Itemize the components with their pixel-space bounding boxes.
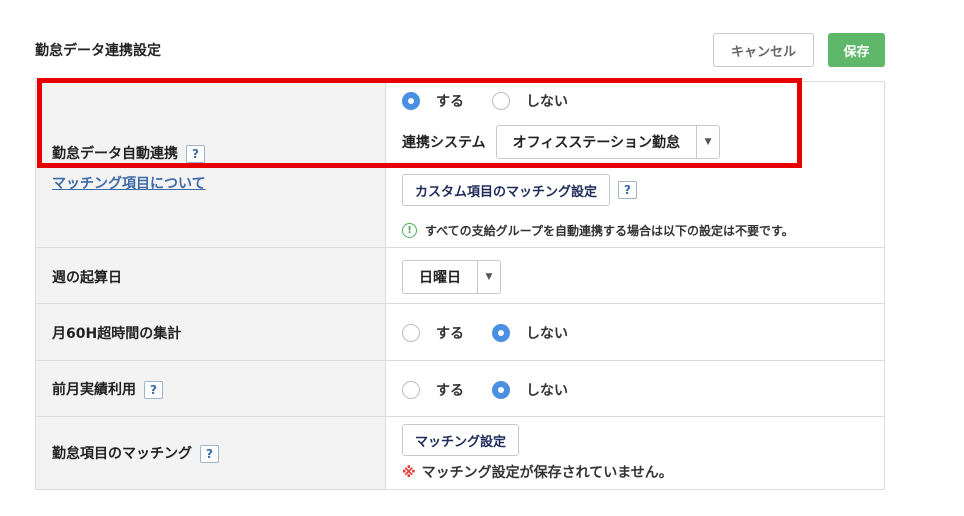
help-icon[interactable]: ? [618, 181, 638, 199]
auto-link-note-text: すべての支給グループを自動連携する場合は以下の設定は不要です。 [425, 224, 794, 238]
radio-overtime60-no[interactable] [492, 324, 510, 342]
week-start-label: 週の起算日 [52, 270, 122, 286]
radio-label-no: しない [526, 94, 568, 110]
row-label-cell: 前月実績利用? [36, 361, 386, 416]
prev-month-label: 前月実績利用 [52, 382, 136, 398]
help-icon[interactable]: ? [186, 145, 205, 163]
radio-auto-link-yes[interactable] [402, 92, 420, 110]
radio-prev-month-yes[interactable] [402, 381, 420, 399]
row-label-cell: 週の起算日 [36, 248, 386, 303]
page-title: 勤怠データ連携設定 [35, 43, 161, 59]
overtime60-label: 月60H超時間の集計 [52, 326, 182, 342]
prev-month-label-wrap: 前月実績利用? [52, 379, 163, 399]
system-select[interactable]: オフィスステーション勤怠 ▼ [495, 125, 721, 159]
auto-link-radio-group: する しない [402, 91, 596, 111]
matching-settings-button[interactable]: マッチング設定 [402, 424, 520, 456]
auto-link-label-wrap: 勤怠データ自動連携? [52, 143, 205, 163]
radio-auto-link-no[interactable] [492, 92, 510, 110]
radio-label-yes: する [436, 94, 464, 110]
row-overtime60: 月60H超時間の集計 する しない [36, 304, 884, 361]
radio-label-no: しない [526, 326, 568, 342]
matching-button-wrap: マッチング設定 [402, 424, 520, 456]
matching-warning-text: マッチング設定が保存されていません。 [421, 465, 673, 481]
auto-link-note: ! すべての支給グループを自動連携する場合は以下の設定は不要です。 [402, 222, 794, 239]
radio-label-no: しない [526, 383, 568, 399]
week-start-select-value: 日曜日 [419, 270, 461, 286]
matching-label: 勤怠項目のマッチング [52, 446, 192, 462]
overtime60-radio-group: する しない [402, 323, 596, 343]
radio-prev-month-no[interactable] [492, 381, 510, 399]
save-button[interactable]: 保存 [828, 33, 885, 67]
radio-label-yes: する [436, 326, 464, 342]
cancel-button[interactable]: キャンセル [713, 33, 814, 67]
chevron-down-icon: ▼ [477, 261, 500, 293]
system-select-value: オフィスステーション勤怠 [512, 135, 681, 151]
row-label-cell: 勤怠データ自動連携? マッチング項目について [36, 82, 386, 247]
matching-label-wrap: 勤怠項目のマッチング? [52, 443, 219, 463]
help-icon[interactable]: ? [144, 381, 163, 399]
settings-table: 勤怠データ自動連携? マッチング項目について する しない 連携システム オフィ… [35, 81, 885, 490]
row-auto-link: 勤怠データ自動連携? マッチング項目について する しない 連携システム オフィ… [36, 82, 884, 248]
week-start-select-wrap: 日曜日 ▼ [402, 260, 501, 294]
matching-warning: ※ マッチング設定が保存されていません。 [402, 462, 673, 482]
info-icon: ! [402, 223, 417, 238]
custom-matching-wrap: カスタム項目のマッチング設定 ? [402, 174, 638, 206]
system-label: 連携システム [402, 135, 486, 151]
radio-label-yes: する [436, 383, 464, 399]
row-label-cell: 月60H超時間の集計 [36, 304, 386, 360]
row-label-cell: 勤怠項目のマッチング? [36, 417, 386, 489]
chevron-down-icon: ▼ [696, 126, 719, 158]
row-matching: 勤怠項目のマッチング? マッチング設定 ※ マッチング設定が保存されていません。 [36, 417, 884, 489]
matching-items-link[interactable]: マッチング項目について [52, 173, 206, 193]
custom-matching-button[interactable]: カスタム項目のマッチング設定 [402, 174, 611, 206]
help-icon[interactable]: ? [200, 445, 219, 463]
prev-month-radio-group: する しない [402, 380, 596, 400]
week-start-select[interactable]: 日曜日 ▼ [402, 260, 501, 294]
radio-overtime60-yes[interactable] [402, 324, 420, 342]
system-select-wrap: 連携システム オフィスステーション勤怠 ▼ [402, 125, 721, 159]
warning-mark: ※ [402, 465, 416, 481]
auto-link-label: 勤怠データ自動連携 [52, 146, 178, 162]
row-prev-month: 前月実績利用? する しない [36, 361, 884, 417]
row-week-start: 週の起算日 日曜日 ▼ [36, 248, 884, 304]
